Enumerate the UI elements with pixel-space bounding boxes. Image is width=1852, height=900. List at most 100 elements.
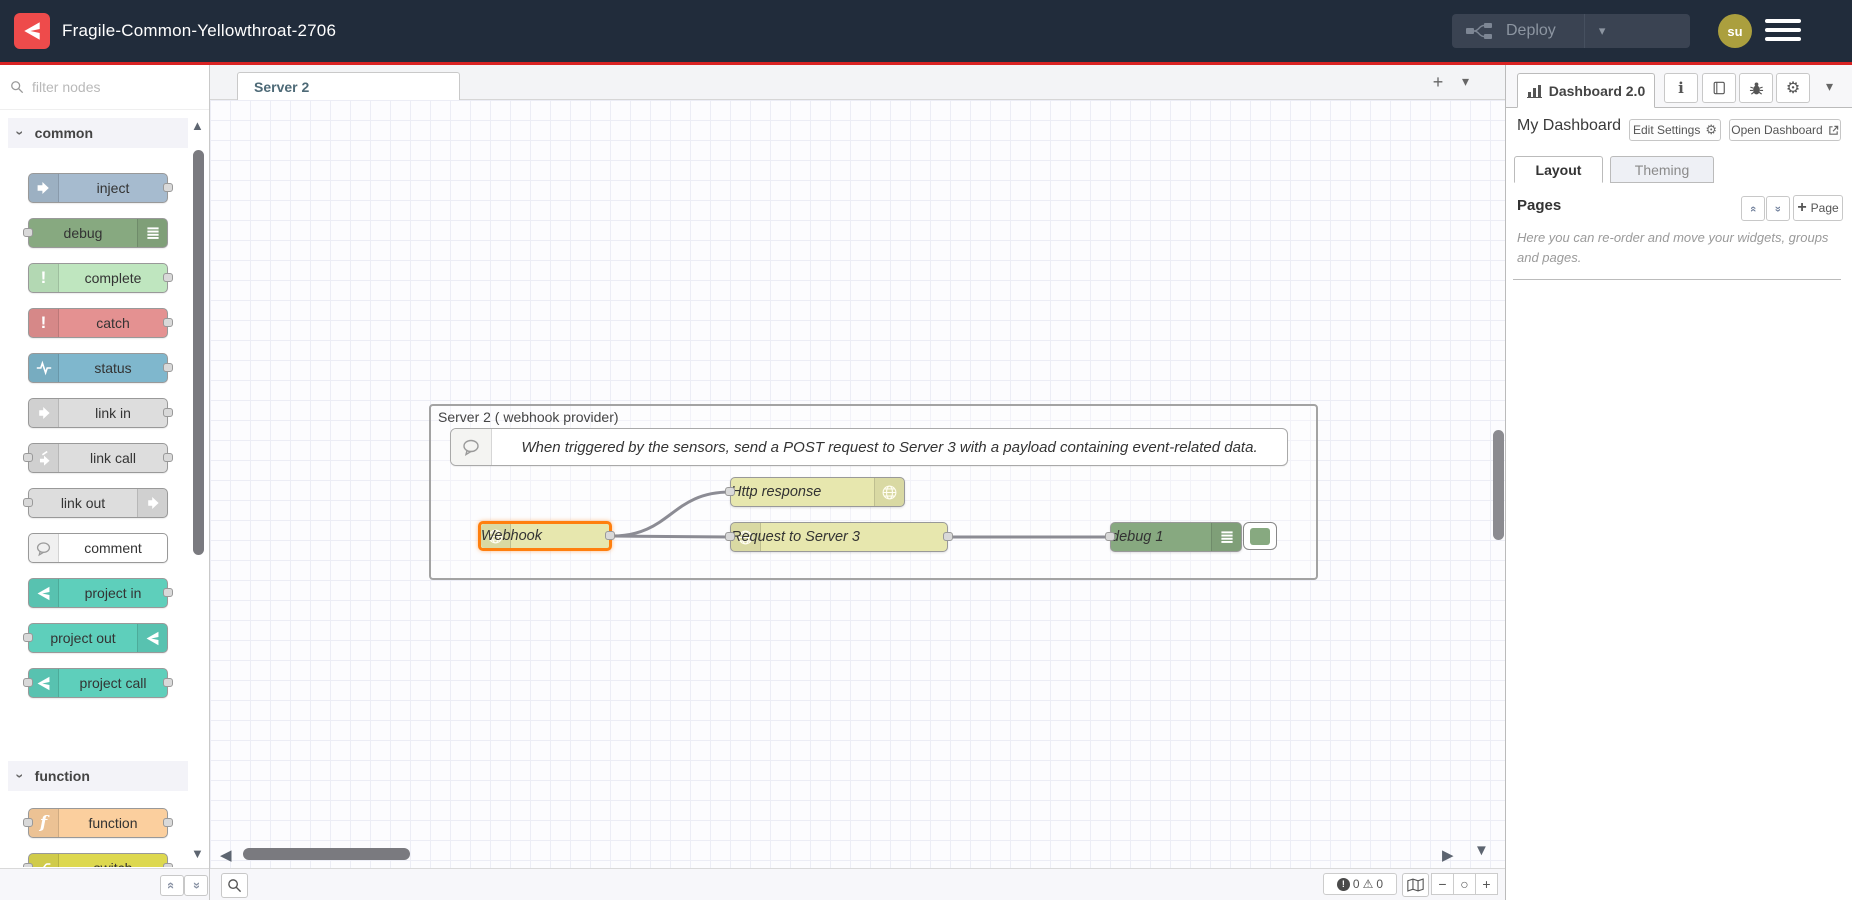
wire-webhook-to-request[interactable]	[612, 536, 730, 537]
node-request-to-server-3[interactable]: Request to Server 3	[730, 522, 948, 552]
info-tab-button[interactable]: i	[1664, 73, 1698, 103]
error-warning-counts[interactable]: ! 0 ⚠ 0	[1323, 873, 1397, 895]
instance-title: Fragile-Common-Yellowthroat-2706	[62, 21, 336, 41]
palette-scrollbar-thumb[interactable]	[193, 150, 204, 555]
palette-scrollbar[interactable]: ▲ ▼	[190, 110, 206, 867]
config-nodes-tab-button[interactable]: ⚙	[1776, 73, 1810, 103]
edit-settings-button[interactable]: Edit Settings ⚙	[1629, 119, 1721, 141]
section-divider	[1513, 279, 1841, 280]
palette-node-project-out[interactable]: project out	[28, 623, 168, 653]
plus-icon: +	[1797, 199, 1806, 217]
scroll-down-icon[interactable]: ▼	[191, 846, 204, 861]
main-menu-icon[interactable]	[1765, 19, 1801, 43]
project-logo-icon	[29, 669, 59, 697]
zoom-in-button[interactable]: +	[1475, 873, 1498, 895]
scroll-right-icon[interactable]: ▶	[1442, 846, 1454, 864]
palette-node-link-call[interactable]: link call	[28, 443, 168, 473]
input-port[interactable]	[23, 498, 33, 507]
deploy-button[interactable]: Deploy ▾	[1452, 14, 1690, 48]
tab-theming[interactable]: Theming	[1610, 156, 1714, 183]
output-port[interactable]	[163, 363, 173, 372]
palette-node-debug[interactable]: debug	[28, 218, 168, 248]
scroll-down-icon[interactable]: ▼	[1474, 842, 1489, 859]
add-page-button[interactable]: + Page	[1793, 195, 1843, 221]
debug-tab-button[interactable]	[1739, 73, 1773, 103]
palette-node-project-in[interactable]: project in	[28, 578, 168, 608]
input-port[interactable]	[23, 863, 33, 867]
input-port[interactable]	[1105, 532, 1115, 541]
output-port[interactable]	[163, 273, 173, 282]
palette-node-link-in[interactable]: link in	[28, 398, 168, 428]
wire-webhook-to-httpresponse[interactable]	[612, 492, 730, 536]
palette-node-catch[interactable]: ! catch	[28, 308, 168, 338]
palette-node-inject[interactable]: inject	[28, 173, 168, 203]
deploy-divider	[1584, 14, 1585, 48]
comment-node[interactable]: When triggered by the sensors, send a PO…	[450, 428, 1288, 466]
debug-enable-toggle[interactable]	[1243, 522, 1277, 550]
node-http-response[interactable]: Http response	[730, 477, 905, 507]
output-port[interactable]	[605, 531, 615, 540]
vertical-scrollbar-thumb[interactable]	[1493, 430, 1504, 540]
zoom-out-button[interactable]: −	[1431, 873, 1454, 895]
output-port[interactable]	[163, 408, 173, 417]
tab-layout[interactable]: Layout	[1514, 156, 1603, 183]
palette-node-complete[interactable]: ! complete	[28, 263, 168, 293]
sidebar-menu-caret-icon[interactable]: ▾	[1826, 78, 1833, 95]
node-debug-1[interactable]: debug 1	[1110, 522, 1242, 552]
input-port[interactable]	[23, 453, 33, 462]
tab-dashboard-2[interactable]: Dashboard 2.0	[1517, 73, 1655, 108]
input-port[interactable]	[23, 633, 33, 642]
output-port[interactable]	[163, 183, 173, 192]
category-common[interactable]: › common	[8, 118, 188, 148]
scroll-left-icon[interactable]: ◀	[220, 846, 232, 864]
category-function[interactable]: › function	[8, 761, 188, 791]
palette-footer: « «	[0, 868, 209, 900]
flow-canvas[interactable]: Server 2 ( webhook provider) When trigge…	[210, 100, 1505, 868]
output-port[interactable]	[163, 588, 173, 597]
node-webhook[interactable]: Webhook	[478, 521, 612, 551]
collapse-all-button[interactable]: «	[160, 875, 184, 896]
palette-node-link-out[interactable]: link out	[28, 488, 168, 518]
scroll-up-icon[interactable]: ▲	[191, 118, 204, 133]
output-port[interactable]	[163, 678, 173, 687]
input-port[interactable]	[23, 228, 33, 237]
output-port[interactable]	[163, 453, 173, 462]
search-flows-button[interactable]	[221, 873, 248, 898]
palette-node-comment[interactable]: comment	[28, 533, 168, 563]
output-port[interactable]	[163, 318, 173, 327]
palette-node-project-call[interactable]: project call	[28, 668, 168, 698]
output-port[interactable]	[943, 532, 953, 541]
input-port[interactable]	[23, 818, 33, 827]
palette-node-function[interactable]: f function	[28, 808, 168, 838]
chevron-down-icon: ›	[12, 131, 28, 136]
debug-list-icon	[1211, 523, 1241, 551]
comment-bubble-icon	[451, 429, 492, 465]
palette-node-switch[interactable]: switch	[28, 853, 168, 867]
error-count: 0	[1353, 877, 1360, 891]
move-page-up-button[interactable]: «	[1741, 196, 1765, 221]
zoom-reset-button[interactable]: ○	[1453, 873, 1476, 895]
exclamation-icon: !	[29, 264, 59, 292]
palette-node-status[interactable]: status	[28, 353, 168, 383]
help-tab-button[interactable]	[1702, 73, 1736, 103]
input-port[interactable]	[725, 487, 735, 496]
gear-icon: ⚙	[1705, 122, 1717, 138]
open-dashboard-button[interactable]: Open Dashboard	[1729, 119, 1841, 141]
flow-list-caret-icon[interactable]: ▾	[1462, 73, 1469, 90]
input-port[interactable]	[23, 678, 33, 687]
output-port[interactable]	[163, 863, 173, 867]
user-avatar[interactable]: su	[1718, 14, 1752, 48]
globe-icon	[874, 478, 904, 506]
horizontal-scrollbar-thumb[interactable]	[243, 848, 410, 860]
navigator-map-button[interactable]	[1402, 873, 1429, 897]
tab-server-2[interactable]: Server 2	[237, 72, 460, 100]
filter-nodes-input[interactable]	[30, 78, 184, 96]
expand-all-button[interactable]: «	[184, 875, 208, 896]
input-port[interactable]	[725, 532, 735, 541]
deploy-label: Deploy	[1506, 22, 1556, 40]
deploy-caret-icon[interactable]: ▾	[1599, 23, 1606, 39]
output-port[interactable]	[163, 818, 173, 827]
link-arrow-icon	[137, 489, 167, 517]
add-flow-button[interactable]: +	[1425, 69, 1451, 95]
move-page-down-button[interactable]: «	[1766, 196, 1790, 221]
